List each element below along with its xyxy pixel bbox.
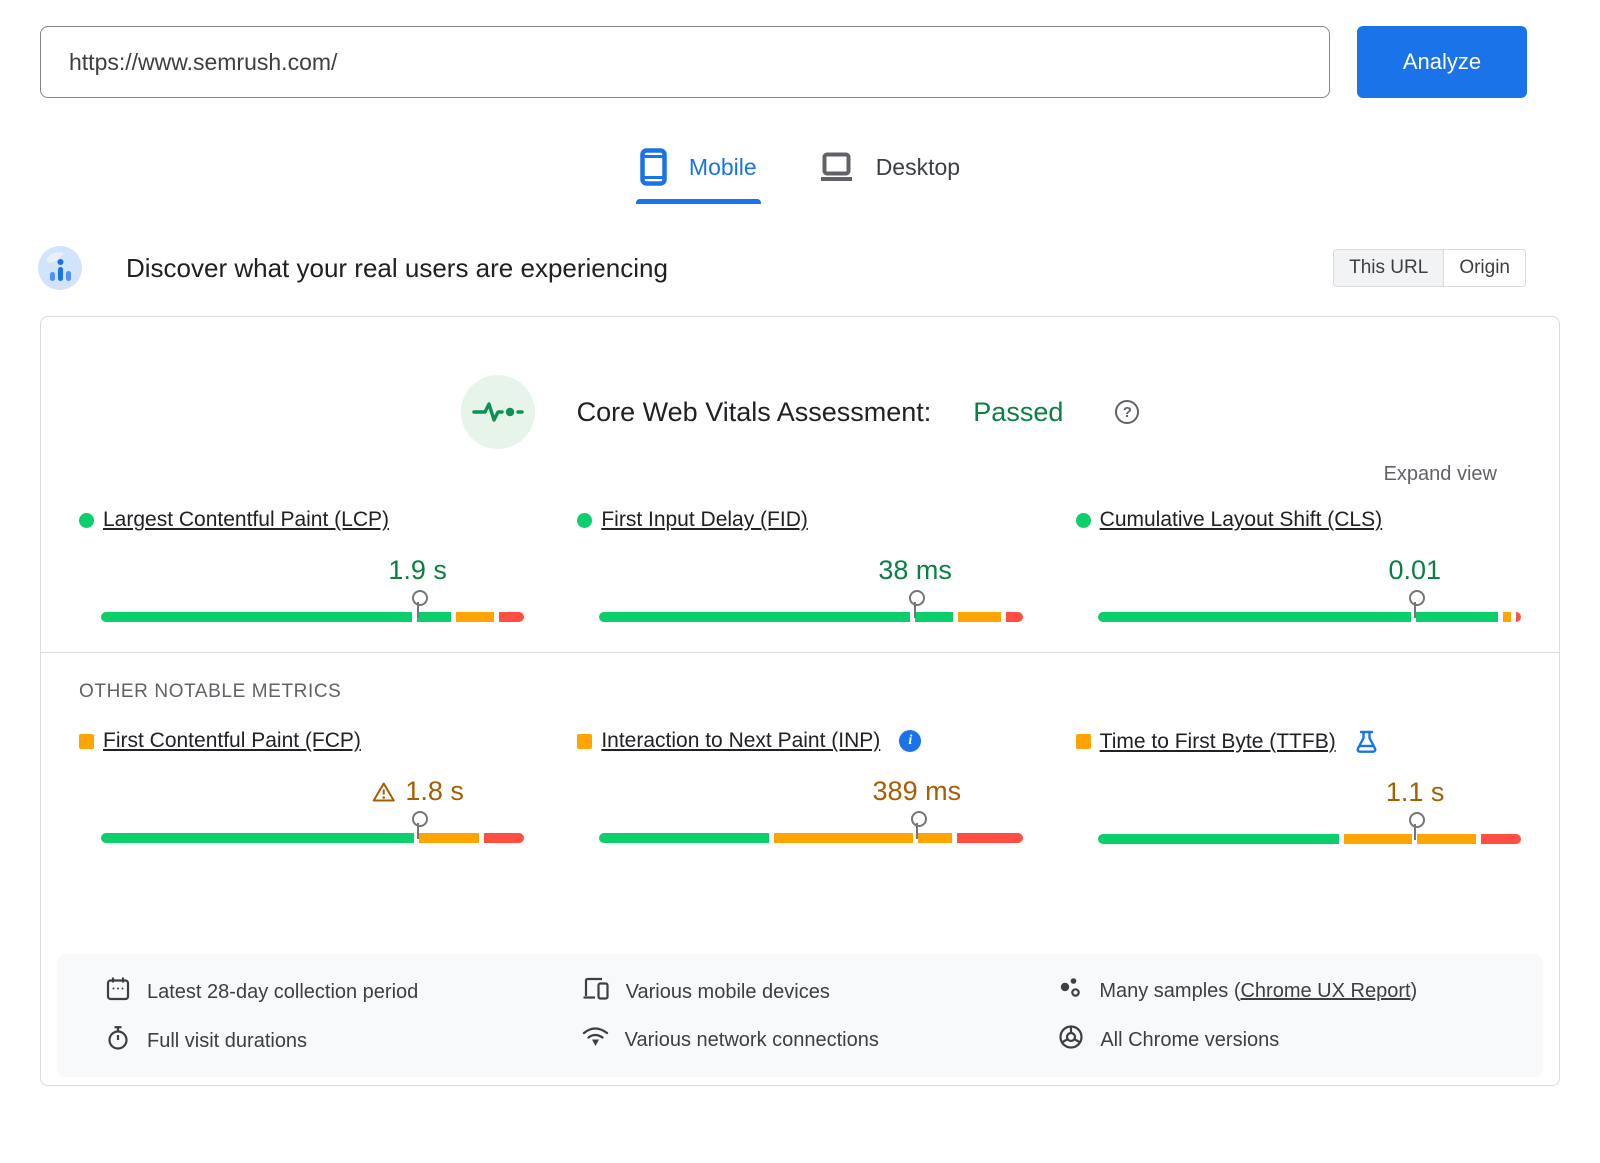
experimental-flask-icon[interactable] [1355,729,1378,754]
good-dot-icon [1076,513,1091,528]
fcp-value: 1.8 s [371,776,464,807]
core-web-vitals-card: Core Web Vitals Assessment: Passed ? Exp… [40,316,1560,1086]
devices-label: Various mobile devices [626,981,830,1004]
p75-marker-pin [911,811,923,839]
expand-view-button[interactable]: Expand view [79,463,1497,486]
p75-marker-pin [909,590,921,618]
cls-link[interactable]: Cumulative Layout Shift (CLS) [1100,508,1382,532]
devices-icon [582,976,610,1008]
assessment-title: Core Web Vitals Assessment: [577,397,932,428]
core-metrics-row: Largest Contentful Paint (LCP) 1.9 s Fir… [79,508,1521,622]
device-tabs: Mobile Desktop [0,148,1600,204]
chrome-versions-label: All Chrome versions [1100,1029,1279,1052]
calendar-icon [105,976,131,1008]
fcp-bar [101,833,524,843]
chrome-versions-item: All Chrome versions [1058,1024,1495,1056]
fid-value: 38 ms [878,555,952,586]
samples-item: Many samples (Chrome UX Report) [1058,976,1495,1007]
tab-mobile[interactable]: Mobile [640,148,757,204]
cls-bar [1098,612,1521,622]
warn-square-icon [1076,734,1091,749]
other-metrics-heading: OTHER NOTABLE METRICS [79,681,1521,703]
inp-bar [599,833,1022,843]
ttfb-bar [1098,834,1521,844]
metric-inp: Interaction to Next Paint (INP) i 389 ms [577,729,1022,844]
pagespeed-field-data-page: Analyze Mobile Desktop [0,0,1600,1163]
mobile-phone-icon [640,148,667,186]
tab-desktop[interactable]: Desktop [819,148,960,204]
visit-durations-item: Full visit durations [105,1025,542,1057]
samples-label: Many samples (Chrome UX Report) [1099,980,1417,1003]
p75-marker-pin [412,811,424,839]
metric-fcp: First Contentful Paint (FCP) 1.8 s [79,729,524,844]
tab-desktop-label: Desktop [876,154,960,181]
good-dot-icon [79,513,94,528]
url-input[interactable] [40,26,1330,98]
metric-lcp: Largest Contentful Paint (LCP) 1.9 s [79,508,524,622]
stopwatch-icon [105,1025,131,1057]
p75-marker-pin [1409,812,1421,840]
chrome-ux-report-link[interactable]: Chrome UX Report [1240,980,1410,1002]
fcp-link[interactable]: First Contentful Paint (FCP) [103,729,361,753]
toggle-this-url[interactable]: This URL [1333,249,1444,287]
ttfb-link[interactable]: Time to First Byte (TTFB) [1100,730,1336,754]
connections-item: Various network connections [582,1025,1019,1055]
collection-period-label: Latest 28-day collection period [147,981,418,1004]
analyze-button[interactable]: Analyze [1357,26,1527,98]
metric-cls: Cumulative Layout Shift (CLS) 0.01 [1076,508,1521,622]
toggle-origin[interactable]: Origin [1444,249,1526,287]
field-data-title: Discover what your real users are experi… [126,253,668,284]
data-collection-footer: Latest 28-day collection period Full vis… [57,954,1543,1077]
crux-users-icon [38,246,82,290]
metric-ttfb: Time to First Byte (TTFB) 1.1 s [1076,729,1521,844]
info-icon[interactable]: i [899,730,921,752]
connections-label: Various network connections [625,1029,879,1052]
collection-period-item: Latest 28-day collection period [105,976,542,1008]
url-bar: Analyze [0,0,1600,98]
metric-fid: First Input Delay (FID) 38 ms [577,508,1022,622]
assessment-status: Passed [973,397,1063,428]
desktop-laptop-icon [819,151,854,183]
fid-link[interactable]: First Input Delay (FID) [601,508,808,532]
chrome-logo-icon [1058,1024,1084,1056]
good-dot-icon [577,513,592,528]
warn-square-icon [79,734,94,749]
section-divider [41,652,1559,653]
lcp-bar [101,612,524,622]
field-data-header: Discover what your real users are experi… [0,246,1600,290]
network-icon [582,1025,609,1055]
samples-dots-icon [1058,976,1083,1007]
assessment-header: Core Web Vitals Assessment: Passed ? [79,375,1521,449]
warning-triangle-icon [371,781,395,803]
ttfb-value: 1.1 s [1386,777,1445,808]
p75-marker-pin [412,590,424,618]
help-icon[interactable]: ? [1115,400,1139,424]
scope-toggle: This URL Origin [1333,249,1526,287]
cls-value: 0.01 [1388,555,1441,586]
lcp-value: 1.9 s [388,555,447,586]
lcp-link[interactable]: Largest Contentful Paint (LCP) [103,508,389,532]
inp-value: 389 ms [873,776,962,807]
tab-mobile-label: Mobile [689,154,757,181]
devices-item: Various mobile devices [582,976,1019,1008]
samples-prefix: Many samples ( [1099,980,1240,1002]
fid-bar [599,612,1022,622]
other-metrics-row: First Contentful Paint (FCP) 1.8 s [79,729,1521,844]
visit-durations-label: Full visit durations [147,1030,307,1053]
pulse-icon [461,375,535,449]
warn-square-icon [577,734,592,749]
active-tab-underline [636,199,761,204]
inp-link[interactable]: Interaction to Next Paint (INP) [601,729,880,753]
samples-suffix: ) [1411,980,1418,1002]
p75-marker-pin [1409,590,1421,618]
